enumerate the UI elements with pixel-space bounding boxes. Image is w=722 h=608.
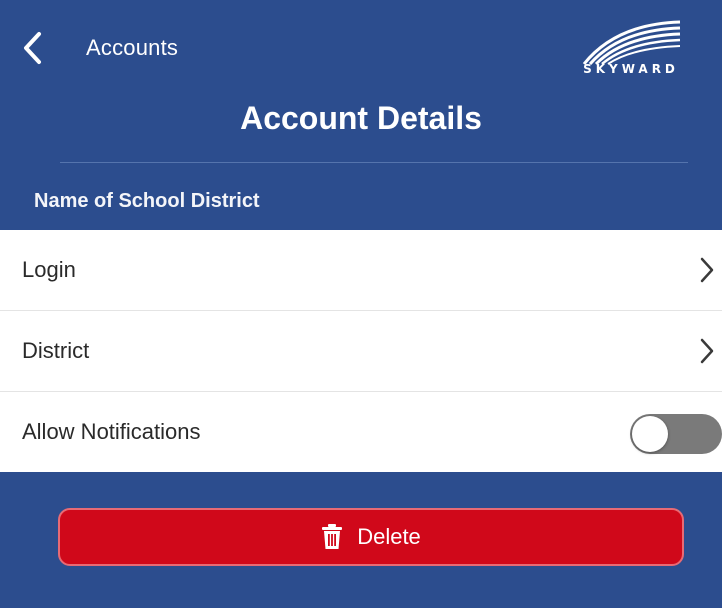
back-button[interactable]: Accounts [22, 28, 178, 68]
header-divider [60, 162, 688, 163]
back-label: Accounts [86, 35, 179, 60]
district-label: District [22, 338, 90, 363]
allow-notifications-label: Allow Notifications [22, 419, 201, 444]
section-label: Name of School District [34, 190, 260, 212]
login-label: Login [22, 257, 76, 282]
account-details-screen: Accounts SKYWARD Account Details Name of… [0, 0, 722, 608]
toggle-knob [632, 416, 668, 452]
chevron-left-icon [22, 28, 44, 68]
skyward-logo: SKYWARD [576, 18, 686, 78]
chevron-right-icon [698, 336, 716, 366]
settings-list: Login District Allow Notifications [0, 230, 722, 472]
allow-notifications-row: Allow Notifications [0, 392, 722, 472]
skyward-logo-swoosh [582, 20, 681, 66]
trash-icon [321, 524, 343, 550]
page-title: Account Details [240, 100, 482, 136]
notifications-toggle[interactable] [630, 414, 722, 454]
skyward-logo-text: SKYWARD [583, 62, 679, 76]
delete-label: Delete [357, 524, 421, 549]
delete-button[interactable]: Delete [58, 508, 684, 566]
top-bar: Accounts SKYWARD [0, 0, 722, 90]
chevron-right-icon [698, 255, 716, 285]
footer: Delete [0, 472, 722, 608]
login-row[interactable]: Login [0, 230, 722, 310]
district-row[interactable]: District [0, 311, 722, 391]
header: Accounts SKYWARD Account Details Name of… [0, 0, 722, 230]
